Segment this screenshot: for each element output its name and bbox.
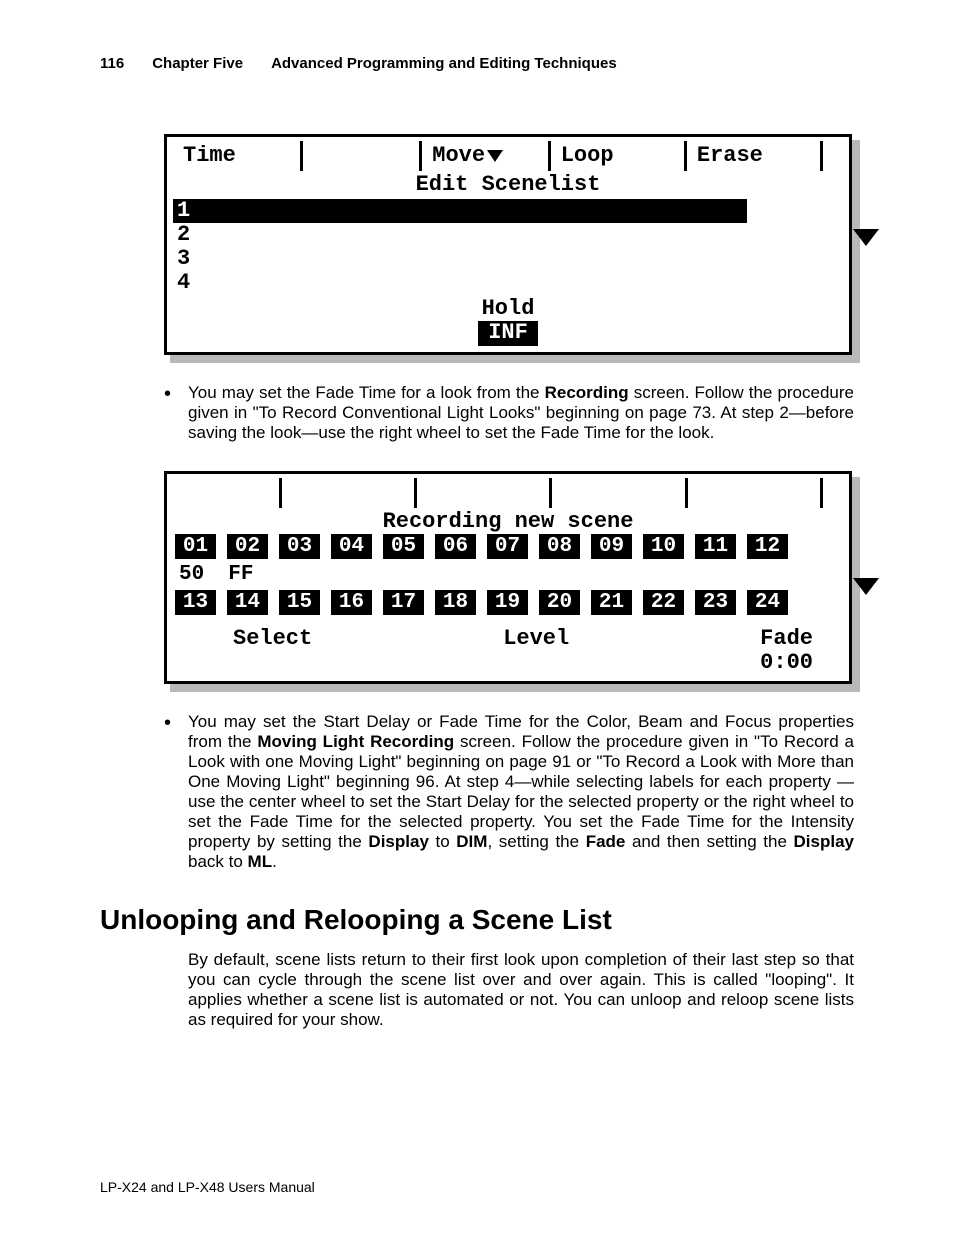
softkey-blank[interactable] bbox=[282, 478, 417, 508]
encoder-select-label: Select bbox=[233, 627, 312, 675]
footer-text: LP-X24 and LP-X48 Users Manual bbox=[100, 1179, 315, 1195]
hold-value: INF bbox=[478, 321, 538, 345]
channel-cell[interactable]: 04 bbox=[331, 534, 372, 559]
softkey-erase[interactable]: Erase bbox=[687, 141, 823, 171]
encoder-value: 50 bbox=[179, 563, 204, 586]
channel-cell[interactable]: 02 bbox=[227, 534, 268, 559]
softkey-move[interactable]: Move bbox=[422, 141, 550, 171]
bullet-paragraph: You may set the Start Delay or Fade Time… bbox=[164, 712, 854, 872]
softkey-time[interactable]: Time bbox=[173, 141, 303, 171]
body-paragraph: By default, scene lists return to their … bbox=[188, 950, 854, 1030]
lcd1-subtitle: Edit Scenelist bbox=[173, 173, 843, 197]
channel-cell[interactable]: 08 bbox=[539, 534, 580, 559]
channel-cell[interactable]: 12 bbox=[747, 534, 788, 559]
chevron-down-icon bbox=[487, 150, 503, 162]
encoder-value: FF bbox=[228, 563, 253, 586]
softkey-blank-2[interactable] bbox=[823, 141, 843, 171]
encoder-fade-label: Fade bbox=[760, 627, 813, 651]
channel-cell[interactable]: 05 bbox=[383, 534, 424, 559]
page-number: 116 bbox=[100, 55, 124, 72]
channel-cell[interactable]: 17 bbox=[383, 590, 424, 615]
softkey-loop[interactable]: Loop bbox=[551, 141, 687, 171]
section-heading: Unlooping and Relooping a Scene List bbox=[100, 904, 854, 936]
lcd-recording-scene: Recording new scene 01 02 03 04 05 06 07 08 09 10… bbox=[164, 471, 852, 685]
channel-cell[interactable]: 03 bbox=[279, 534, 320, 559]
softkey-blank[interactable] bbox=[173, 478, 282, 508]
channel-cell[interactable]: 07 bbox=[487, 534, 528, 559]
channel-cell[interactable]: 06 bbox=[435, 534, 476, 559]
scene-row[interactable]: 1 bbox=[173, 199, 747, 223]
encoder-level-label: Level bbox=[503, 627, 569, 675]
channel-cell[interactable]: 10 bbox=[643, 534, 684, 559]
channel-cell[interactable]: 15 bbox=[279, 590, 320, 615]
bullet-paragraph: You may set the Fade Time for a look fro… bbox=[164, 383, 854, 443]
channel-cell[interactable]: 21 bbox=[591, 590, 632, 615]
channel-cell[interactable]: 20 bbox=[539, 590, 580, 615]
channel-cell[interactable]: 18 bbox=[435, 590, 476, 615]
channel-cell[interactable]: 01 bbox=[175, 534, 216, 559]
channel-cell[interactable]: 13 bbox=[175, 590, 216, 615]
scene-row[interactable]: 4 bbox=[173, 271, 843, 295]
scene-row[interactable]: 2 bbox=[173, 223, 843, 247]
channel-cell[interactable]: 22 bbox=[643, 590, 684, 615]
lcd-edit-scenelist: Time Move Loop Erase Edit Scenelist 1 2 … bbox=[164, 134, 852, 355]
running-header: 116 Chapter Five Advanced Programming an… bbox=[100, 55, 854, 72]
encoder-fade-value: 0:00 bbox=[760, 651, 813, 675]
softkey-blank[interactable] bbox=[688, 478, 823, 508]
chapter-label: Chapter Five bbox=[152, 55, 243, 72]
channel-cell[interactable]: 14 bbox=[227, 590, 268, 615]
channel-cell[interactable]: 11 bbox=[695, 534, 736, 559]
scroll-down-icon[interactable] bbox=[853, 229, 879, 246]
header-title: Advanced Programming and Editing Techniq… bbox=[271, 55, 617, 72]
lcd2-subtitle: Recording new scene bbox=[173, 510, 843, 534]
scroll-down-icon[interactable] bbox=[853, 578, 879, 595]
channel-cell[interactable]: 23 bbox=[695, 590, 736, 615]
channel-cell[interactable]: 16 bbox=[331, 590, 372, 615]
channel-cell[interactable]: 09 bbox=[591, 534, 632, 559]
softkey-blank[interactable] bbox=[552, 478, 687, 508]
channel-cell[interactable]: 24 bbox=[747, 590, 788, 615]
softkey-blank[interactable] bbox=[823, 478, 843, 508]
scene-row[interactable]: 3 bbox=[173, 247, 843, 271]
softkey-blank[interactable] bbox=[417, 478, 552, 508]
channel-cell[interactable]: 19 bbox=[487, 590, 528, 615]
softkey-blank[interactable] bbox=[303, 141, 422, 171]
hold-label: Hold bbox=[173, 297, 843, 321]
